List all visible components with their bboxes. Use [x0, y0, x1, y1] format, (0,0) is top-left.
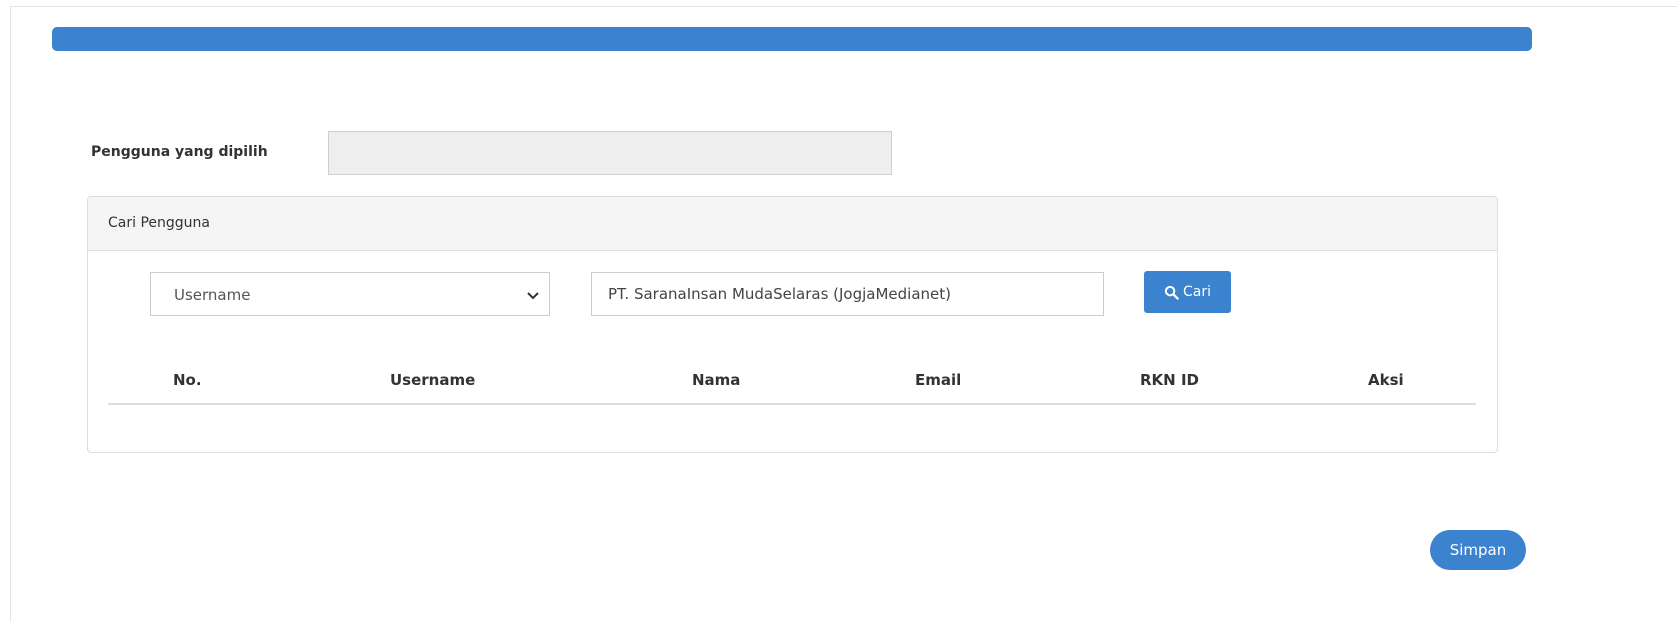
- select-value: Username: [174, 286, 251, 304]
- column-header-no: No.: [173, 371, 202, 389]
- search-icon: [1164, 285, 1179, 300]
- search-field-select[interactable]: Username: [150, 272, 550, 316]
- search-user-panel: Cari Pengguna Username PT. SaranaInsan M…: [87, 196, 1498, 453]
- search-button[interactable]: Cari: [1144, 271, 1231, 313]
- search-input[interactable]: PT. SaranaInsan MudaSelaras (JogjaMedian…: [591, 272, 1104, 316]
- save-button[interactable]: Simpan: [1430, 530, 1526, 570]
- column-header-username: Username: [390, 371, 476, 389]
- selected-user-label: Pengguna yang dipilih: [91, 144, 268, 160]
- column-header-nama: Nama: [692, 371, 741, 389]
- selected-user-field[interactable]: [328, 131, 892, 175]
- column-header-email: Email: [915, 371, 962, 389]
- column-header-aksi: Aksi: [1368, 371, 1404, 389]
- column-header-rkn-id: RKN ID: [1140, 371, 1199, 389]
- table-header-divider: [108, 403, 1476, 405]
- chevron-down-icon: [527, 292, 539, 300]
- top-accent-bar: [52, 27, 1532, 51]
- panel-title: Cari Pengguna: [88, 197, 1497, 251]
- search-button-label: Cari: [1183, 284, 1211, 300]
